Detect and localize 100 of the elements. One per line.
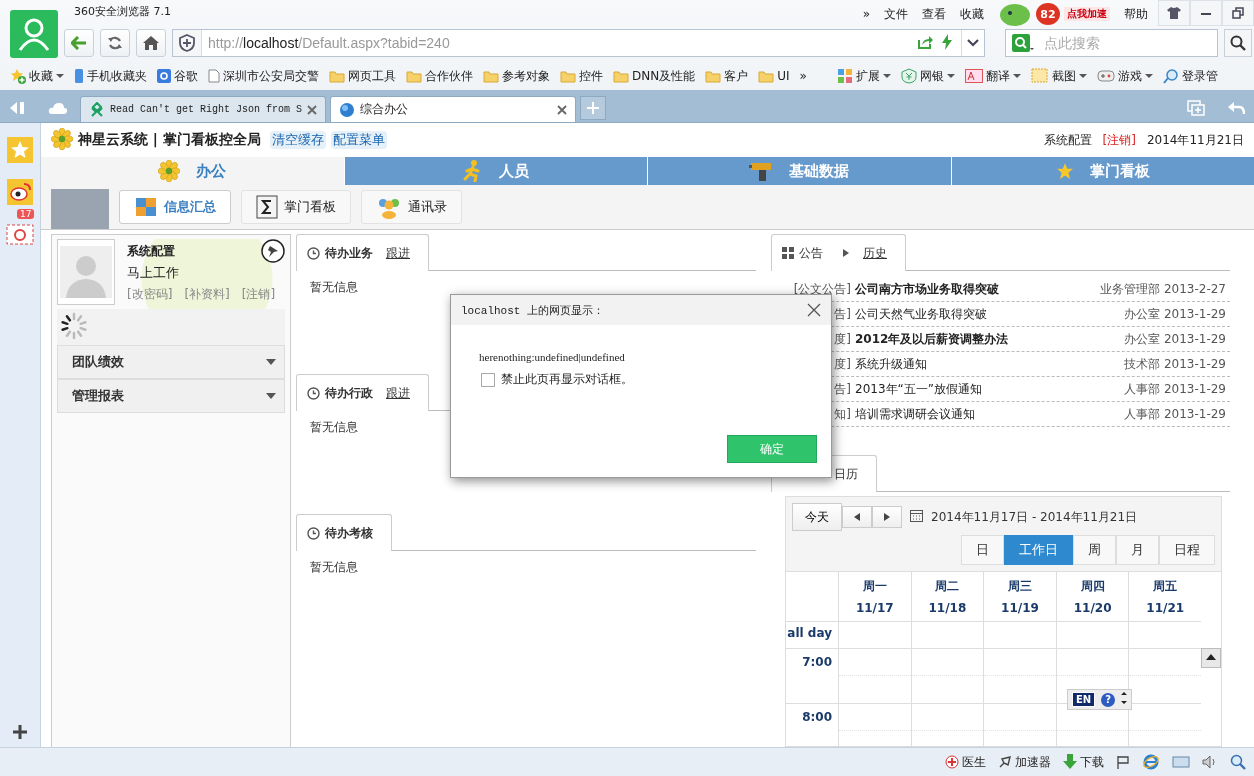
view-button[interactable]: 工作日 — [1004, 535, 1073, 565]
calendar-cell[interactable] — [910, 621, 984, 648]
help-button[interactable]: ? — [1101, 692, 1116, 707]
toolbar-item[interactable]: 翻译 — [964, 67, 1021, 85]
bookmark-item[interactable]: 合作伙伴 — [406, 67, 473, 85]
bookmark-item[interactable]: 网页工具 — [329, 67, 396, 85]
next-button[interactable] — [872, 506, 902, 528]
subnav-button[interactable]: 通讯录 — [361, 190, 462, 224]
menu-item[interactable]: 收藏 — [960, 5, 984, 23]
view-button[interactable]: 日程 — [1159, 535, 1215, 565]
caret-icon — [56, 73, 64, 79]
clock-icon — [307, 526, 320, 540]
checkbox-label[interactable]: 禁止此页再显示对话框。 — [501, 371, 633, 388]
menu-item[interactable]: 帮助 — [1124, 5, 1148, 23]
toolbar-item[interactable]: 截图 — [1030, 67, 1087, 85]
close-icon[interactable] — [557, 104, 568, 115]
zoom-icon[interactable] — [1230, 754, 1246, 770]
view-button[interactable]: 日 — [961, 535, 1004, 565]
clock-icon — [307, 246, 320, 260]
calendar-cell[interactable] — [1055, 621, 1129, 648]
bookmark-item[interactable]: 客户 — [705, 67, 749, 85]
notice-title[interactable]: 2012年及以后薪资调整办法 — [855, 330, 1124, 348]
accordion-header[interactable]: 管理报表 — [57, 379, 285, 413]
header-link[interactable]: 配置菜单 — [330, 131, 387, 149]
bookmark-item[interactable]: 手机收藏夹 — [74, 67, 147, 85]
weibo-icon[interactable] — [7, 179, 33, 205]
back-button[interactable] — [64, 29, 94, 57]
pin-icon[interactable] — [261, 239, 285, 263]
status-item[interactable]: 下载 — [1063, 753, 1104, 771]
status-item[interactable]: 医生 — [945, 753, 986, 771]
flower-icon — [158, 160, 181, 182]
today-button[interactable]: 今天 — [792, 503, 842, 531]
toolbar-item[interactable]: 网银 — [900, 67, 955, 85]
ime-toolbar[interactable]: EN ? — [1067, 689, 1133, 710]
bookmark-item[interactable]: 控件 — [560, 67, 603, 85]
notice-department: 办公室 — [1123, 305, 1160, 323]
mail-icon[interactable] — [6, 221, 34, 245]
add-icon[interactable] — [13, 725, 27, 739]
toolbar-item[interactable]: 登录管 — [1162, 67, 1218, 85]
close-icon[interactable] — [807, 303, 821, 317]
follow-up-link[interactable]: 跟进 — [386, 244, 410, 262]
speaker-icon[interactable] — [1202, 755, 1218, 769]
panel-tab[interactable]: 待办考核 — [296, 514, 392, 551]
bookmark-item[interactable]: 收藏 — [10, 67, 64, 85]
menu-item[interactable]: 文件 — [884, 5, 908, 23]
new-tab-button[interactable] — [580, 96, 607, 120]
scroll-up-icon[interactable] — [1201, 648, 1221, 668]
history-link[interactable]: 历史 — [863, 244, 887, 262]
close-icon[interactable] — [307, 104, 318, 115]
bookmark-item[interactable]: 谷歌 — [157, 67, 198, 85]
checkbox[interactable] — [481, 372, 495, 387]
accordion-header[interactable]: 团队绩效 — [57, 345, 285, 379]
view-button[interactable]: 月 — [1116, 535, 1159, 565]
notice-title[interactable]: 系统升级通知 — [855, 355, 1124, 373]
panel-tab[interactable]: 待办业务 跟进 — [296, 234, 429, 271]
search-button[interactable] — [1224, 29, 1252, 57]
status-item[interactable]: 加速器 — [998, 753, 1051, 771]
user-avatar-icon[interactable] — [10, 10, 58, 58]
minimize-icon[interactable] — [1190, 0, 1222, 26]
browser-tab[interactable]: 综合办公 — [330, 96, 577, 122]
logout-link[interactable]: [注销] — [1102, 131, 1136, 149]
speed-label[interactable]: 点我加速 — [1064, 7, 1110, 21]
toolbar-item[interactable]: 游戏 — [1096, 67, 1153, 85]
menu-item[interactable]: » — [862, 7, 870, 21]
view-button[interactable]: 周 — [1073, 535, 1116, 565]
previous-button[interactable] — [842, 506, 872, 528]
home-button[interactable] — [136, 29, 166, 57]
notice-title[interactable]: 公司南方市场业务取得突破 — [855, 280, 1100, 298]
bookmark-item[interactable]: DNN及性能 — [613, 67, 696, 85]
notice-title[interactable]: 培训需求调研会议通知 — [855, 405, 1124, 423]
panel-tab[interactable]: 公告 历史 — [771, 234, 906, 271]
calendar-cell[interactable] — [1128, 621, 1201, 648]
shield-icon[interactable] — [173, 30, 202, 56]
follow-up-link[interactable]: 跟进 — [386, 384, 410, 402]
subnav-button[interactable]: 信息汇总 — [119, 190, 231, 224]
panel-tab[interactable]: 待办行政 跟进 — [296, 374, 429, 411]
refresh-button[interactable] — [100, 29, 130, 57]
bookmark-item[interactable]: 深圳市公安局交警 — [208, 67, 319, 85]
language-indicator[interactable]: EN — [1072, 692, 1096, 707]
ie-icon[interactable] — [1142, 753, 1160, 771]
flag-icon[interactable] — [1116, 755, 1130, 769]
bookmark-item[interactable]: » — [799, 69, 807, 83]
browser-tab[interactable]: Read Can't get Right Json from S — [80, 96, 327, 122]
speed-badge[interactable]: 82 — [1036, 3, 1060, 25]
dialog-title: localhost 上的网页显示： — [461, 303, 604, 318]
subnav-button[interactable]: 掌门看板 — [241, 190, 351, 224]
menu-item[interactable]: 查看 — [922, 5, 946, 23]
notice-title[interactable]: 2013年“五一”放假通知 — [855, 380, 1124, 398]
caret-icon — [946, 73, 955, 79]
bookmark-item[interactable]: UI — [758, 69, 790, 83]
notice-title[interactable]: 公司天然气业务取得突破 — [855, 305, 1124, 323]
skin-icon[interactable] — [1158, 0, 1190, 26]
restore-icon[interactable] — [1222, 0, 1254, 26]
calendar-cell[interactable] — [983, 621, 1056, 648]
header-link[interactable]: 清空缓存 — [269, 131, 326, 149]
toolbar-item[interactable]: 扩展 — [836, 67, 891, 85]
address-field[interactable]: http://localhost/Default.aspx?tabid=240 — [172, 29, 985, 57]
calendar-cell[interactable] — [838, 621, 911, 648]
bookmark-item[interactable]: 参考对象 — [483, 67, 550, 85]
nav-tab[interactable]: 办公 — [41, 157, 344, 185]
